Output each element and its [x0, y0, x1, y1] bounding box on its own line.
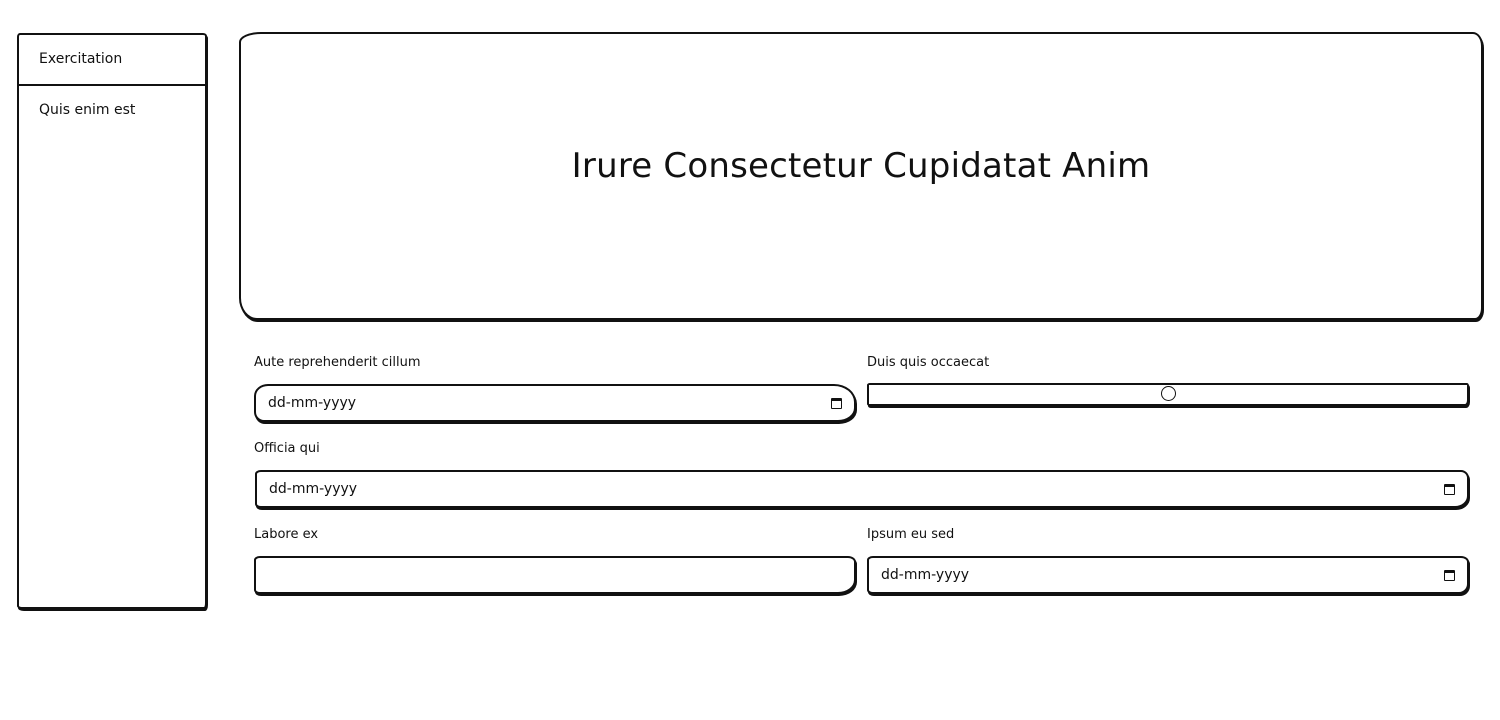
calendar-icon[interactable]: [831, 397, 842, 409]
field-label-labore-ex: Labore ex: [254, 527, 319, 542]
field-label-duis-quis-occaecat: Duis quis occaecat: [867, 355, 990, 370]
text-input-labore-ex[interactable]: [254, 556, 856, 594]
field-label-aute-reprehenderit-cillum: Aute reprehenderit cillum: [254, 355, 421, 370]
date-input-ipsum-eu-sed[interactable]: dd-mm-yyyy: [867, 556, 1469, 594]
date-placeholder: dd-mm-yyyy: [268, 395, 357, 411]
date-input-aute-reprehenderit-cillum[interactable]: dd-mm-yyyy: [254, 384, 856, 422]
calendar-icon[interactable]: [1444, 569, 1455, 581]
date-input-officia-qui[interactable]: dd-mm-yyyy: [255, 470, 1469, 508]
date-placeholder: dd-mm-yyyy: [881, 567, 970, 583]
slider-thumb[interactable]: [1161, 386, 1176, 401]
date-placeholder: dd-mm-yyyy: [269, 481, 358, 497]
sidebar-item-exercitation[interactable]: Exercitation: [19, 35, 205, 86]
range-slider-duis-quis-occaecat[interactable]: [867, 383, 1469, 406]
page-title: Irure Consectetur Cupidatat Anim: [571, 146, 1151, 186]
sidebar: Exercitation Quis enim est: [17, 33, 207, 609]
sidebar-item-quis-enim-est[interactable]: Quis enim est: [19, 86, 205, 135]
hero-banner: Irure Consectetur Cupidatat Anim: [239, 32, 1483, 320]
field-label-ipsum-eu-sed: Ipsum eu sed: [867, 527, 955, 542]
calendar-icon[interactable]: [1444, 483, 1455, 495]
field-label-officia-qui: Officia qui: [254, 441, 320, 456]
